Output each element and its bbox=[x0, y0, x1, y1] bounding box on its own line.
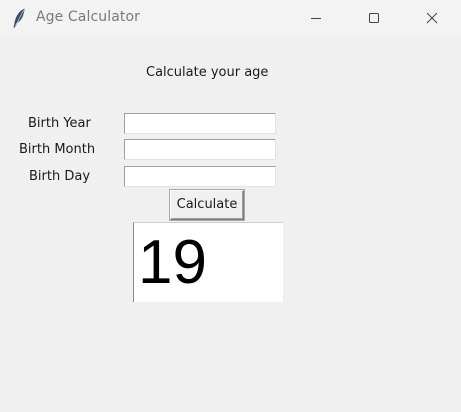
app-window: Age Calculator Calculate your age Birth … bbox=[0, 0, 461, 412]
birth-month-label: Birth Month bbox=[19, 142, 96, 157]
feather-icon bbox=[13, 8, 25, 28]
birth-year-input[interactable] bbox=[124, 113, 276, 134]
title-bar[interactable]: Age Calculator bbox=[0, 0, 461, 36]
minimize-icon bbox=[311, 18, 321, 19]
close-icon bbox=[426, 12, 438, 24]
maximize-button[interactable] bbox=[351, 0, 397, 36]
birth-year-label: Birth Year bbox=[28, 116, 91, 131]
window-title: Age Calculator bbox=[36, 9, 141, 25]
form-heading: Calculate your age bbox=[146, 65, 269, 80]
age-result-display: 19 bbox=[133, 222, 283, 302]
minimize-button[interactable] bbox=[293, 0, 339, 36]
close-button[interactable] bbox=[409, 0, 455, 36]
calculate-button[interactable]: Calculate bbox=[170, 190, 244, 220]
birth-month-input[interactable] bbox=[124, 139, 276, 160]
maximize-icon bbox=[369, 13, 379, 23]
birth-day-input[interactable] bbox=[124, 166, 276, 187]
birth-day-label: Birth Day bbox=[29, 169, 91, 184]
